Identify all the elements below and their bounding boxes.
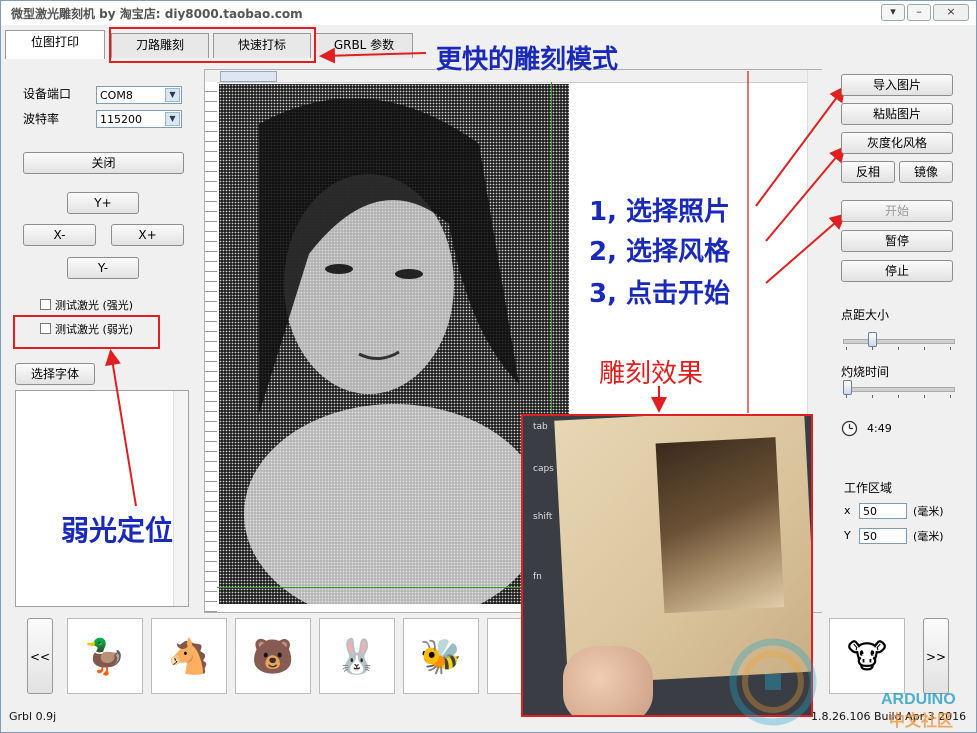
bear-icon[interactable]: 🐻: [235, 618, 311, 694]
key-fn: fn: [533, 572, 542, 582]
start-button[interactable]: 开始: [841, 200, 953, 222]
burn-time-slider[interactable]: [843, 387, 955, 392]
work-area-x-input[interactable]: 50: [859, 503, 907, 519]
pause-button[interactable]: 暂停: [841, 230, 953, 252]
arduino-watermark: ARDUINO 中文社区: [729, 638, 956, 730]
invert-button[interactable]: 反相: [841, 161, 895, 183]
annotation-engraving-effect: 雕刻效果: [599, 359, 704, 389]
engraved-portrait: [655, 437, 785, 614]
annotation-step-3: 3, 点击开始: [589, 279, 731, 309]
status-grbl-version: Grbl 0.9j: [9, 710, 57, 723]
watermark-text-2: 中文社区: [889, 711, 953, 730]
y-label: Y: [844, 529, 851, 542]
stop-button[interactable]: 停止: [841, 260, 953, 282]
hand: [563, 646, 653, 715]
horse-icon[interactable]: 🐴: [151, 618, 227, 694]
annotation-weak-light: 弱光定位: [61, 514, 174, 547]
mirror-button[interactable]: 镜像: [899, 161, 953, 183]
burn-time-slider-thumb[interactable]: [843, 380, 852, 395]
y-unit: (毫米): [913, 530, 944, 543]
bee-icon[interactable]: 🐝: [403, 618, 479, 694]
work-area-label: 工作区域: [844, 481, 893, 495]
dot-size-slider-thumb[interactable]: [868, 332, 878, 347]
grayscale-style-button[interactable]: 灰度化风格: [841, 132, 953, 154]
x-label: x: [844, 504, 851, 517]
duck-icon[interactable]: 🦆: [67, 618, 143, 694]
import-image-button[interactable]: 导入图片: [841, 74, 953, 96]
rabbit-icon[interactable]: 🐰: [319, 618, 395, 694]
dot-size-label: 点距大小: [841, 308, 890, 322]
x-unit: (毫米): [913, 505, 944, 518]
key-caps: caps l: [533, 464, 560, 474]
annotation-faster-mode: 更快的雕刻模式: [436, 45, 619, 75]
key-shift: shift: [533, 512, 553, 522]
paste-image-button[interactable]: 粘贴图片: [841, 103, 953, 125]
watermark-text-1: ARDUINO: [881, 691, 956, 708]
prev-thumbnails-button[interactable]: <<: [27, 618, 53, 694]
elapsed-time: 4:49: [867, 422, 892, 435]
app-window: 微型激光雕刻机 by 淘宝店: diy8000.taobao.com ▾ – ×…: [0, 0, 977, 733]
dot-size-slider[interactable]: [843, 339, 955, 344]
key-tab: tab: [533, 422, 548, 432]
annotation-step-2: 2, 选择风格: [589, 237, 731, 267]
annotation-step-1: 1, 选择照片: [589, 197, 731, 227]
burn-time-label: 灼烧时间: [841, 365, 890, 379]
clock-icon: [841, 420, 858, 437]
work-area-y-input[interactable]: 50: [859, 528, 907, 544]
